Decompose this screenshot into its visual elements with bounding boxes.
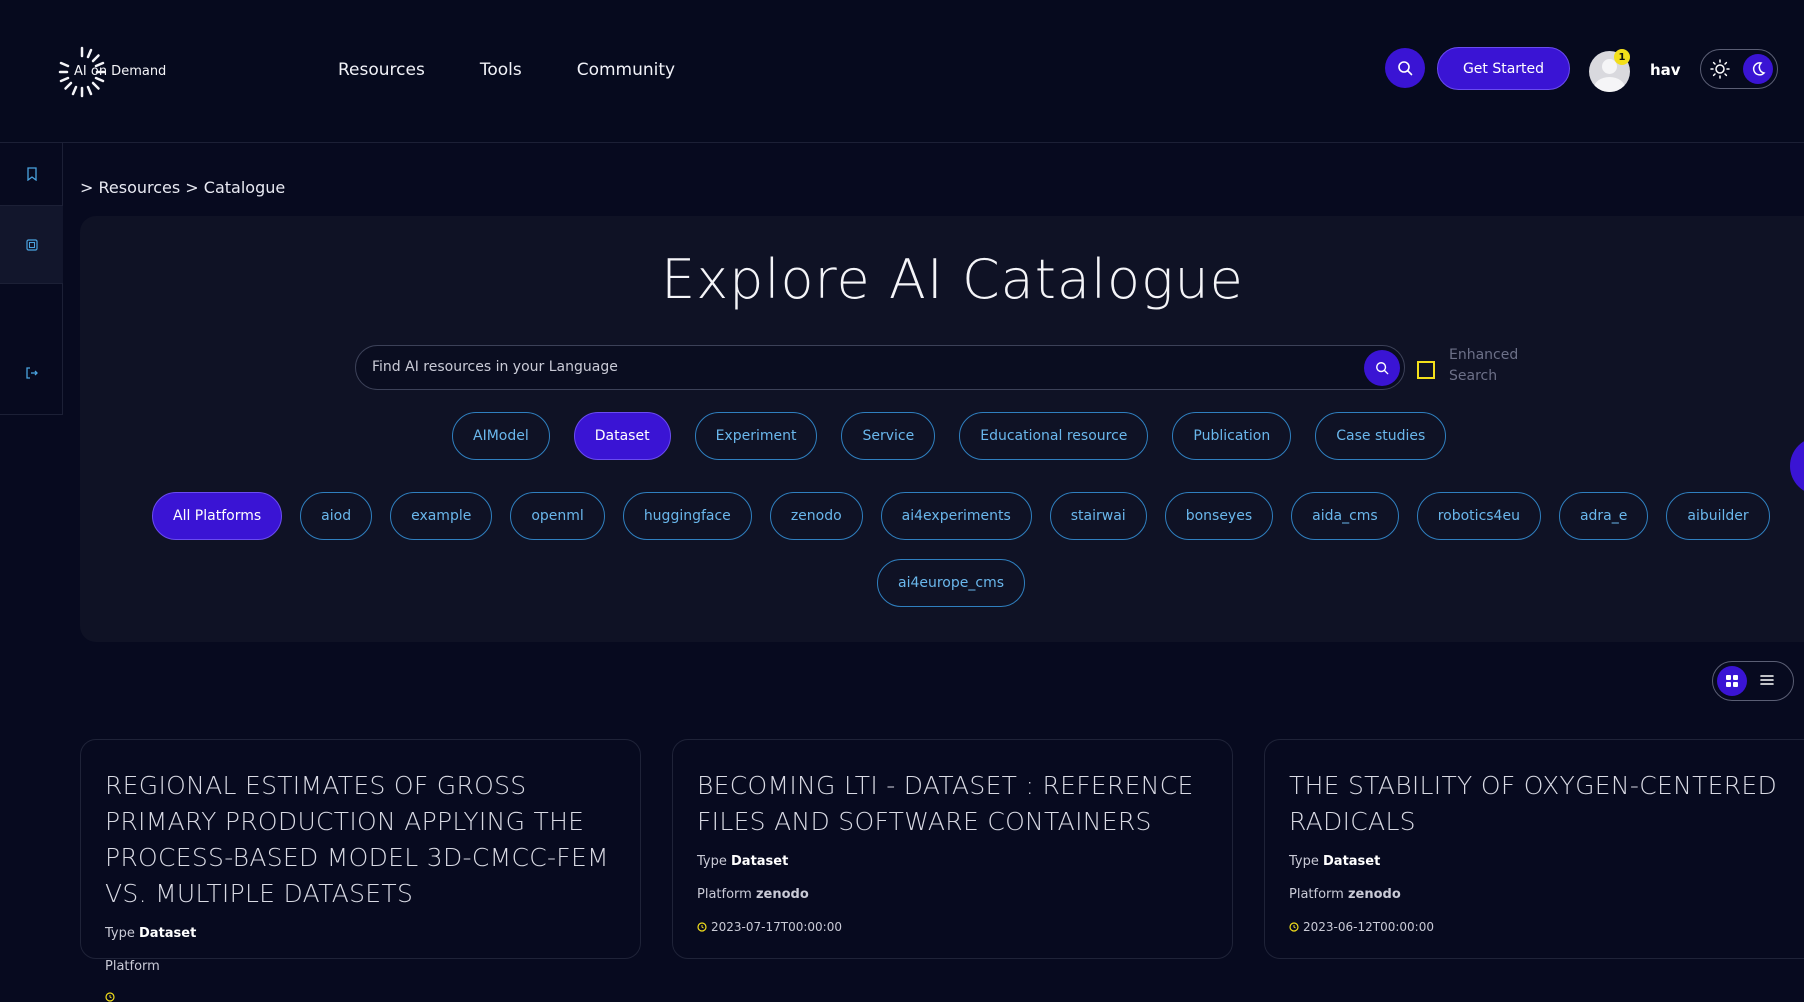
platform-filter-example[interactable]: example bbox=[390, 492, 493, 540]
catalogue-hero: Explore AI Catalogue Enhanced Search AIM… bbox=[80, 216, 1804, 642]
page-title: Explore AI Catalogue bbox=[661, 248, 1244, 311]
platform-filter-stairwai[interactable]: stairwai bbox=[1049, 492, 1147, 540]
bookmark-icon bbox=[26, 167, 37, 181]
card-type: Type Dataset bbox=[105, 926, 616, 941]
nav-item-tools[interactable]: Tools bbox=[480, 60, 522, 80]
card-type-label: Type bbox=[1289, 854, 1319, 869]
platform-filter-huggingface[interactable]: huggingface bbox=[622, 492, 752, 540]
top-header: AI on Demand Resources Tools Community G… bbox=[0, 0, 1804, 143]
clock-icon bbox=[105, 992, 115, 1002]
card-type: Type Dataset bbox=[1289, 854, 1800, 869]
get-started-button[interactable]: Get Started bbox=[1437, 47, 1570, 90]
platform-filter-aibuilder[interactable]: aibuilder bbox=[1666, 492, 1770, 540]
search-icon bbox=[1398, 61, 1413, 76]
grid-view-button[interactable] bbox=[1717, 666, 1747, 696]
logout-icon bbox=[25, 367, 38, 379]
search-bar bbox=[355, 345, 1405, 390]
list-icon bbox=[1760, 674, 1774, 685]
card-title[interactable]: BECOMING LTI - DATASET : REFERENCE FILES… bbox=[697, 768, 1208, 840]
platform-filter-zenodo[interactable]: zenodo bbox=[769, 492, 863, 540]
platform-filters-row2: ai4europe_cms bbox=[877, 559, 1026, 607]
username[interactable]: hav bbox=[1650, 61, 1681, 79]
card-platform: Platform zenodo bbox=[1289, 887, 1800, 902]
platform-filter-ai4europe-cms[interactable]: ai4europe_cms bbox=[877, 559, 1026, 607]
platform-filter-bonseyes[interactable]: bonseyes bbox=[1164, 492, 1274, 540]
platform-filter-openml[interactable]: openml bbox=[510, 492, 605, 540]
logo-text: AI on Demand bbox=[74, 64, 167, 79]
moon-icon[interactable] bbox=[1743, 54, 1773, 84]
search-icon bbox=[1376, 362, 1389, 375]
card-date bbox=[105, 992, 616, 1002]
notification-badge: 1 bbox=[1614, 49, 1630, 65]
card-platform: Platform zenodo bbox=[697, 887, 1208, 902]
sun-icon[interactable] bbox=[1705, 54, 1735, 84]
card-type-value: Dataset bbox=[139, 926, 197, 941]
search-submit-button[interactable] bbox=[1364, 350, 1400, 386]
card-platform: Platform bbox=[105, 959, 616, 974]
platform-filter-all-platforms[interactable]: All Platforms bbox=[152, 492, 283, 540]
header-search-button[interactable] bbox=[1385, 48, 1425, 88]
resource-card[interactable]: THE STABILITY OF OXYGEN-CENTERED RADICAL… bbox=[1264, 739, 1804, 959]
logo[interactable]: AI on Demand bbox=[54, 44, 174, 100]
card-platform-value: zenodo bbox=[1347, 887, 1401, 902]
clock-icon bbox=[1289, 922, 1299, 932]
breadcrumb[interactable]: > Resources > Catalogue bbox=[80, 178, 285, 197]
card-platform-label: Platform bbox=[1289, 887, 1344, 902]
platform-filters: All Platforms aiod example openml huggingfac… bbox=[152, 492, 1770, 540]
type-filter-case-studies[interactable]: Case studies bbox=[1315, 412, 1447, 460]
platform-filter-robotics4eu[interactable]: robotics4eu bbox=[1416, 492, 1541, 540]
list-view-button[interactable] bbox=[1759, 672, 1775, 691]
type-filter-experiment[interactable]: Experiment bbox=[694, 412, 818, 460]
resource-type-filters: AIModel Dataset Experiment Service Education… bbox=[452, 412, 1447, 460]
type-filter-aimodel[interactable]: AIModel bbox=[452, 412, 550, 460]
theme-toggle[interactable] bbox=[1700, 49, 1778, 89]
nav-item-community[interactable]: Community bbox=[577, 60, 675, 80]
sidebar-item-logout[interactable] bbox=[0, 284, 63, 415]
platform-filter-ai4experiments[interactable]: ai4experiments bbox=[880, 492, 1032, 540]
type-filter-dataset[interactable]: Dataset bbox=[573, 412, 671, 460]
card-title[interactable]: THE STABILITY OF OXYGEN-CENTERED RADICAL… bbox=[1289, 768, 1800, 840]
main-nav: Resources Tools Community bbox=[338, 60, 675, 80]
nav-item-resources[interactable]: Resources bbox=[338, 60, 425, 80]
card-type-value: Dataset bbox=[1323, 854, 1381, 869]
resource-card[interactable]: REGIONAL ESTIMATES OF GROSS PRIMARY PROD… bbox=[80, 739, 641, 1002]
sidebar bbox=[0, 143, 63, 415]
type-filter-publication[interactable]: Publication bbox=[1172, 412, 1292, 460]
platform-filter-adra-e[interactable]: adra_e bbox=[1558, 492, 1649, 540]
platform-filter-aiod[interactable]: aiod bbox=[300, 492, 373, 540]
card-platform-value: zenodo bbox=[755, 887, 809, 902]
sidebar-item-ai-catalogue[interactable] bbox=[0, 206, 63, 284]
card-type-value: Dataset bbox=[731, 854, 789, 869]
card-platform-label: Platform bbox=[105, 959, 160, 974]
type-filter-service[interactable]: Service bbox=[841, 412, 936, 460]
enhanced-search-checkbox[interactable] bbox=[1417, 361, 1435, 379]
clock-icon bbox=[697, 922, 707, 932]
enhanced-search-label: Enhanced Search bbox=[1449, 347, 1519, 384]
card-type-label: Type bbox=[105, 926, 135, 941]
type-filter-educational-resource[interactable]: Educational resource bbox=[959, 412, 1149, 460]
view-toggle[interactable] bbox=[1712, 661, 1794, 701]
card-title[interactable]: REGIONAL ESTIMATES OF GROSS PRIMARY PROD… bbox=[105, 768, 616, 912]
card-type: Type Dataset bbox=[697, 854, 1208, 869]
search-input[interactable] bbox=[372, 359, 1272, 375]
card-platform-label: Platform bbox=[697, 887, 752, 902]
ai-chip-icon bbox=[25, 238, 38, 251]
card-type-label: Type bbox=[697, 854, 727, 869]
platform-filter-aida-cms[interactable]: aida_cms bbox=[1291, 492, 1399, 540]
grid-icon bbox=[1726, 675, 1738, 687]
sidebar-item-bookmarks[interactable] bbox=[0, 143, 63, 206]
resource-card[interactable]: BECOMING LTI - DATASET : REFERENCE FILES… bbox=[672, 739, 1233, 959]
